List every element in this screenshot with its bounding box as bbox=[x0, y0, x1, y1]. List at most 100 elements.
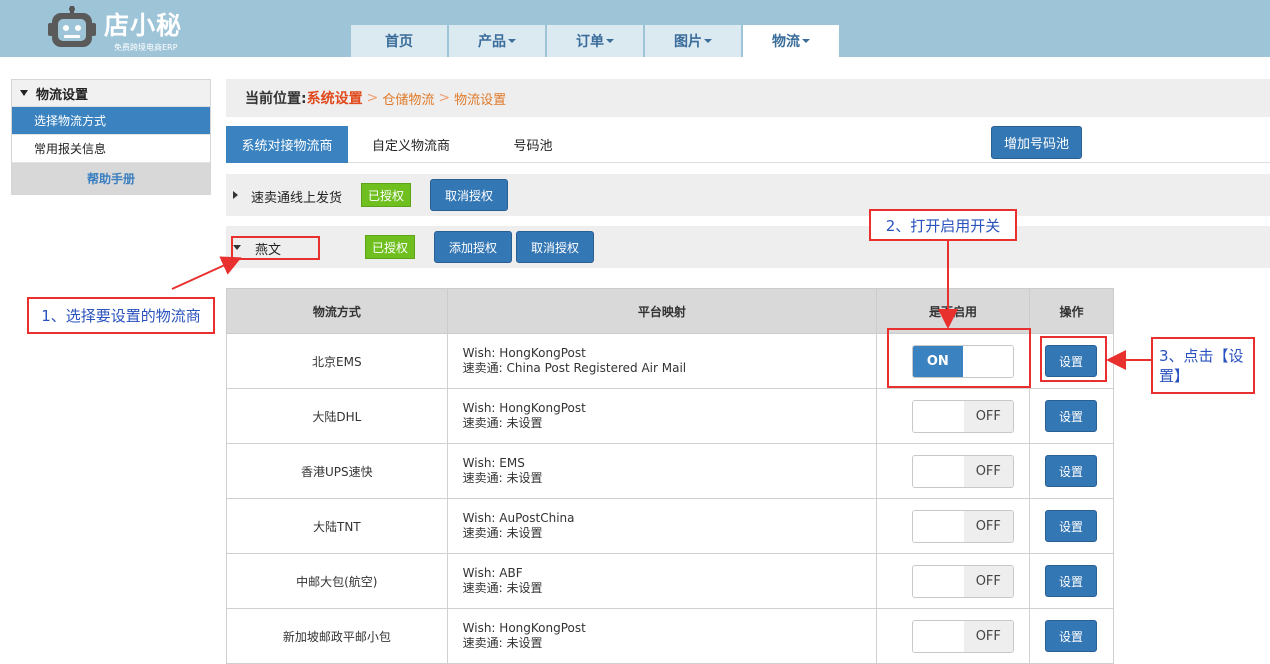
col-header-enabled: 是否启用 bbox=[876, 288, 1031, 334]
mapping-cell: Wish: HongKongPost 速卖通: 未设置 bbox=[446, 608, 878, 664]
nav-tab-logistics[interactable]: 物流 bbox=[743, 25, 839, 57]
sidebar-section-header[interactable]: 物流设置 bbox=[12, 80, 210, 107]
toggle-knob bbox=[913, 565, 964, 597]
mapping-cell: Wish: AuPostChina 速卖通: 未设置 bbox=[446, 498, 878, 554]
mapping-cell: Wish: ABF 速卖通: 未设置 bbox=[446, 553, 878, 609]
logo[interactable]: 店小秘 免费跨境电商ERP bbox=[46, 2, 206, 54]
nav-tab-orders[interactable]: 订单 bbox=[547, 25, 643, 57]
switch-cell: OFF bbox=[876, 608, 1031, 664]
mapping-cell: Wish: HongKongPost 速卖通: 未设置 bbox=[446, 388, 878, 444]
aliexpress-mapping: 速卖通: 未设置 bbox=[462, 471, 543, 485]
settings-button[interactable]: 设置 bbox=[1045, 510, 1098, 542]
breadcrumb: 当前位置: 系统设置 > 仓储物流 > 物流设置 bbox=[226, 79, 1270, 117]
logo-subtitle: 免费跨境电商ERP bbox=[114, 43, 178, 52]
provider-row-yanwen[interactable]: 燕文 已授权 添加授权 取消授权 bbox=[226, 226, 1270, 268]
toggle-state-label: OFF bbox=[963, 620, 1014, 652]
col-header-action: 操作 bbox=[1029, 288, 1114, 334]
switch-cell: OFF bbox=[876, 388, 1031, 444]
logo-title: 店小秘 bbox=[104, 11, 183, 40]
wish-mapping: Wish: HongKongPost bbox=[462, 401, 586, 415]
wish-mapping: Wish: HongKongPost bbox=[462, 346, 586, 360]
breadcrumb-logistics-settings: 物流设置 bbox=[454, 92, 507, 108]
table-row: 大陆TNT Wish: AuPostChina 速卖通: 未设置 OFF 设置 bbox=[226, 498, 1114, 554]
nav-tab-products[interactable]: 产品 bbox=[449, 25, 545, 57]
aliexpress-mapping: 速卖通: China Post Registered Air Mail bbox=[462, 361, 687, 375]
settings-button[interactable]: 设置 bbox=[1045, 455, 1098, 487]
revoke-auth-button[interactable]: 取消授权 bbox=[516, 231, 594, 263]
enable-toggle[interactable]: OFF bbox=[912, 564, 1015, 598]
mapping-cell: Wish: EMS 速卖通: 未设置 bbox=[446, 443, 878, 499]
wish-mapping: Wish: EMS bbox=[462, 456, 525, 470]
add-auth-button[interactable]: 添加授权 bbox=[434, 231, 512, 263]
sidebar: 物流设置 选择物流方式 常用报关信息 帮助手册 bbox=[11, 79, 211, 195]
provider-row-aliexpress[interactable]: 速卖通线上发货 已授权 取消授权 bbox=[226, 174, 1270, 216]
sidebar-item-customs-info[interactable]: 常用报关信息 bbox=[12, 135, 210, 163]
nav-tab-label: 订单 bbox=[576, 34, 604, 50]
settings-button[interactable]: 设置 bbox=[1045, 620, 1098, 652]
revoke-auth-button[interactable]: 取消授权 bbox=[430, 179, 508, 211]
annotation-step1: 1、选择要设置的物流商 bbox=[27, 297, 215, 334]
aliexpress-mapping: 速卖通: 未设置 bbox=[462, 636, 543, 650]
switch-cell: OFF bbox=[876, 498, 1031, 554]
method-name: 大陆TNT bbox=[226, 498, 448, 554]
switch-cell: OFF bbox=[876, 443, 1031, 499]
table-row: 香港UPS速快 Wish: EMS 速卖通: 未设置 OFF 设置 bbox=[226, 443, 1114, 499]
robot-logo-icon bbox=[48, 6, 96, 47]
method-name: 香港UPS速快 bbox=[226, 443, 448, 499]
caret-down-icon bbox=[606, 39, 614, 43]
annotation-highlight-yanwen bbox=[231, 236, 320, 260]
annotation-step2: 2、打开启用开关 bbox=[869, 209, 1017, 241]
breadcrumb-separator-icon: > bbox=[366, 90, 379, 106]
tab-system-carriers[interactable]: 系统对接物流商 bbox=[226, 126, 348, 163]
col-header-method: 物流方式 bbox=[226, 288, 448, 334]
wish-mapping: Wish: ABF bbox=[462, 566, 523, 580]
enable-toggle[interactable]: OFF bbox=[912, 399, 1015, 433]
provider-name: 速卖通线上发货 bbox=[251, 191, 343, 206]
breadcrumb-warehouse-logistics[interactable]: 仓储物流 bbox=[382, 89, 434, 108]
enable-toggle[interactable]: OFF bbox=[912, 619, 1015, 653]
col-header-mapping: 平台映射 bbox=[446, 288, 878, 334]
nav-tab-label: 首页 bbox=[385, 34, 413, 50]
tab-custom-carriers[interactable]: 自定义物流商 bbox=[348, 126, 474, 163]
breadcrumb-label: 当前位置: bbox=[245, 91, 307, 107]
top-header: 店小秘 免费跨境电商ERP 首页 产品 订单 图片 物流 bbox=[0, 0, 1270, 57]
aliexpress-mapping: 速卖通: 未设置 bbox=[462, 416, 543, 430]
help-manual-link[interactable]: 帮助手册 bbox=[12, 163, 210, 194]
method-name: 北京EMS bbox=[226, 333, 448, 389]
nav-tab-label: 产品 bbox=[478, 34, 506, 50]
toggle-knob bbox=[913, 400, 964, 432]
toggle-knob bbox=[913, 510, 964, 542]
authorized-badge: 已授权 bbox=[361, 183, 411, 207]
caret-down-icon bbox=[508, 39, 516, 43]
nav-tab-images[interactable]: 图片 bbox=[645, 25, 741, 57]
settings-button[interactable]: 设置 bbox=[1045, 565, 1098, 597]
toggle-knob bbox=[913, 620, 964, 652]
annotation-step3: 3、点击【设置】 bbox=[1151, 337, 1255, 394]
enable-toggle[interactable]: OFF bbox=[912, 509, 1015, 543]
sidebar-title: 物流设置 bbox=[36, 87, 89, 103]
aliexpress-mapping: 速卖通: 未设置 bbox=[462, 526, 543, 540]
sidebar-item-select-logistics[interactable]: 选择物流方式 bbox=[12, 107, 210, 135]
tab-number-pool[interactable]: 号码池 bbox=[474, 126, 592, 163]
table-row: 中邮大包(航空) Wish: ABF 速卖通: 未设置 OFF 设置 bbox=[226, 553, 1114, 609]
table-row: 大陆DHL Wish: HongKongPost 速卖通: 未设置 OFF 设置 bbox=[226, 388, 1114, 444]
add-number-pool-button[interactable]: 增加号码池 bbox=[991, 126, 1082, 159]
nav-tab-home[interactable]: 首页 bbox=[351, 25, 447, 57]
table-header-row: 物流方式 平台映射 是否启用 操作 bbox=[226, 288, 1114, 334]
collapse-triangle-icon bbox=[20, 90, 28, 96]
method-name: 大陆DHL bbox=[226, 388, 448, 444]
toggle-knob bbox=[913, 455, 964, 487]
expand-triangle-icon bbox=[233, 191, 238, 199]
wish-mapping: Wish: HongKongPost bbox=[462, 621, 586, 635]
caret-down-icon bbox=[704, 39, 712, 43]
authorized-badge: 已授权 bbox=[365, 235, 415, 259]
action-cell: 设置 bbox=[1029, 553, 1114, 609]
caret-down-icon bbox=[802, 39, 810, 43]
enable-toggle[interactable]: OFF bbox=[912, 454, 1015, 488]
action-cell: 设置 bbox=[1029, 388, 1114, 444]
toggle-state-label: OFF bbox=[963, 455, 1014, 487]
settings-button[interactable]: 设置 bbox=[1045, 400, 1098, 432]
main-nav: 首页 产品 订单 图片 物流 bbox=[351, 25, 841, 57]
action-cell: 设置 bbox=[1029, 498, 1114, 554]
breadcrumb-system-settings[interactable]: 系统设置 bbox=[307, 88, 363, 108]
